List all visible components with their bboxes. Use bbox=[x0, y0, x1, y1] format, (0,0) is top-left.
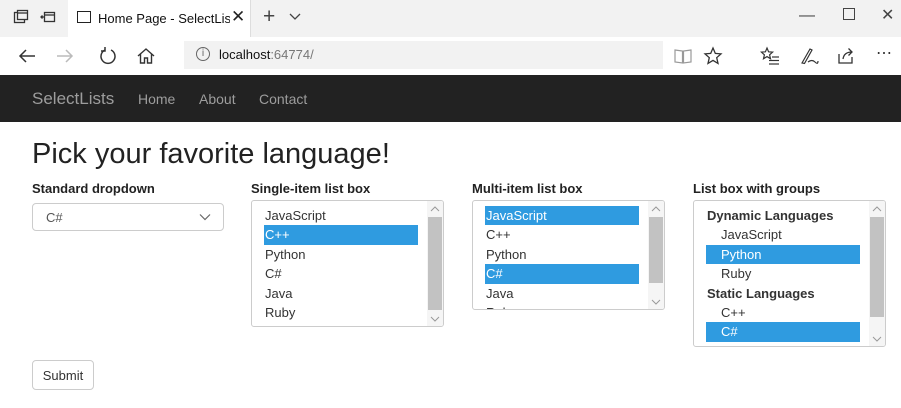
page-icon bbox=[77, 11, 91, 23]
listbox-option[interactable]: JavaScript bbox=[706, 225, 860, 244]
single-list-label: Single-item list box bbox=[251, 181, 371, 196]
standard-dropdown-label: Standard dropdown bbox=[32, 181, 155, 196]
minimize-icon[interactable]: — bbox=[799, 6, 815, 26]
scroll-down-icon[interactable] bbox=[872, 336, 882, 343]
listbox-option[interactable]: Python bbox=[485, 245, 639, 264]
listbox-scrollbar[interactable] bbox=[648, 201, 664, 309]
more-icon[interactable]: ⋯ bbox=[876, 46, 896, 66]
option-group-label: Dynamic Languages bbox=[707, 208, 834, 223]
dropdown-selected-value: C# bbox=[46, 210, 63, 225]
scrollbar-thumb[interactable] bbox=[649, 217, 663, 283]
new-tab-icon[interactable]: + bbox=[263, 6, 275, 28]
browser-titlebar: Home Page - SelectLists ✕ + — ✕ bbox=[0, 0, 901, 37]
listbox-option[interactable]: Python bbox=[264, 245, 418, 264]
address-url[interactable]: localhost:64774/ bbox=[219, 47, 314, 62]
listbox-option[interactable]: Ruby bbox=[485, 303, 639, 309]
scroll-down-icon[interactable] bbox=[430, 316, 440, 323]
option-group-label: Static Languages bbox=[707, 285, 815, 301]
site-info-icon[interactable]: i bbox=[196, 47, 210, 61]
refresh-icon[interactable] bbox=[98, 46, 118, 66]
listbox-option[interactable]: Ruby bbox=[706, 264, 860, 283]
address-bar[interactable]: i localhost:64774/ bbox=[184, 41, 663, 69]
back-icon[interactable] bbox=[17, 46, 37, 66]
multi-listbox-options: JavaScriptC++PythonC#JavaRuby bbox=[485, 206, 639, 309]
tabs-aside-icon[interactable] bbox=[40, 9, 56, 25]
submit-button[interactable]: Submit bbox=[32, 360, 94, 390]
share-icon[interactable] bbox=[836, 46, 856, 66]
listbox-option[interactable]: C++ bbox=[264, 225, 418, 245]
listbox-option[interactable]: C++ bbox=[485, 225, 639, 244]
scrollbar-thumb[interactable] bbox=[428, 217, 442, 310]
pen-icon[interactable] bbox=[799, 46, 819, 66]
favorite-star-icon[interactable] bbox=[703, 46, 723, 66]
scroll-up-icon[interactable] bbox=[430, 205, 440, 212]
listbox-option[interactable]: JavaScript bbox=[264, 206, 418, 225]
site-navbar: SelectLists Home About Contact bbox=[0, 75, 901, 122]
standard-dropdown[interactable]: C# bbox=[32, 203, 224, 231]
tab-set-aside-icon[interactable] bbox=[13, 9, 29, 25]
scrollbar-thumb[interactable] bbox=[870, 217, 884, 317]
single-item-listbox[interactable]: JavaScript C++ Python C# Java Ruby bbox=[251, 200, 444, 327]
browser-tab[interactable]: Home Page - SelectLists ✕ bbox=[68, 0, 251, 37]
close-tab-icon[interactable]: ✕ bbox=[231, 8, 245, 26]
home-icon[interactable] bbox=[136, 46, 156, 66]
listbox-option[interactable]: C# bbox=[485, 264, 639, 284]
scroll-up-icon[interactable] bbox=[651, 205, 661, 212]
scroll-down-icon[interactable] bbox=[651, 299, 661, 306]
chevron-down-icon bbox=[199, 214, 211, 221]
scroll-up-icon[interactable] bbox=[872, 205, 882, 212]
grouped-listbox-options: Dynamic Languages JavaScript Python Ruby Sta… bbox=[706, 206, 860, 342]
listbox-option[interactable]: Ruby bbox=[264, 303, 418, 322]
listbox-option[interactable]: Java bbox=[264, 284, 418, 303]
grouped-listbox[interactable]: Dynamic Languages JavaScript Python Ruby Sta… bbox=[693, 200, 886, 347]
listbox-option[interactable]: JavaScript bbox=[485, 206, 639, 226]
close-window-icon[interactable]: ✕ bbox=[881, 6, 894, 26]
browser-toolbar: i localhost:64774/ ⋯ bbox=[0, 37, 901, 76]
nav-link-contact[interactable]: Contact bbox=[259, 91, 307, 107]
listbox-option[interactable]: C++ bbox=[706, 303, 860, 322]
maximize-icon[interactable] bbox=[843, 8, 855, 20]
nav-link-home[interactable]: Home bbox=[138, 91, 175, 107]
listbox-scrollbar[interactable] bbox=[869, 201, 885, 346]
nav-link-about[interactable]: About bbox=[199, 91, 236, 107]
page-title: Pick your favorite language! bbox=[32, 138, 390, 170]
listbox-option[interactable]: C# bbox=[264, 264, 418, 283]
favorites-hub-icon[interactable] bbox=[760, 46, 780, 66]
single-listbox-options: JavaScript C++ Python C# Java Ruby bbox=[264, 206, 418, 322]
chevron-down-icon[interactable] bbox=[287, 8, 303, 24]
listbox-option[interactable]: C# bbox=[706, 322, 860, 342]
brand-link[interactable]: SelectLists bbox=[32, 89, 114, 109]
grouped-list-label: List box with groups bbox=[693, 181, 821, 196]
multi-list-label: Multi-item list box bbox=[472, 181, 583, 196]
multi-item-listbox[interactable]: JavaScriptC++PythonC#JavaRuby bbox=[472, 200, 665, 310]
tab-title: Home Page - SelectLists bbox=[98, 11, 230, 26]
listbox-option[interactable]: Python bbox=[706, 244, 860, 265]
forward-icon[interactable] bbox=[55, 46, 75, 66]
listbox-option[interactable]: Java bbox=[485, 284, 639, 303]
listbox-scrollbar[interactable] bbox=[427, 201, 443, 326]
reading-view-icon[interactable] bbox=[673, 46, 693, 66]
